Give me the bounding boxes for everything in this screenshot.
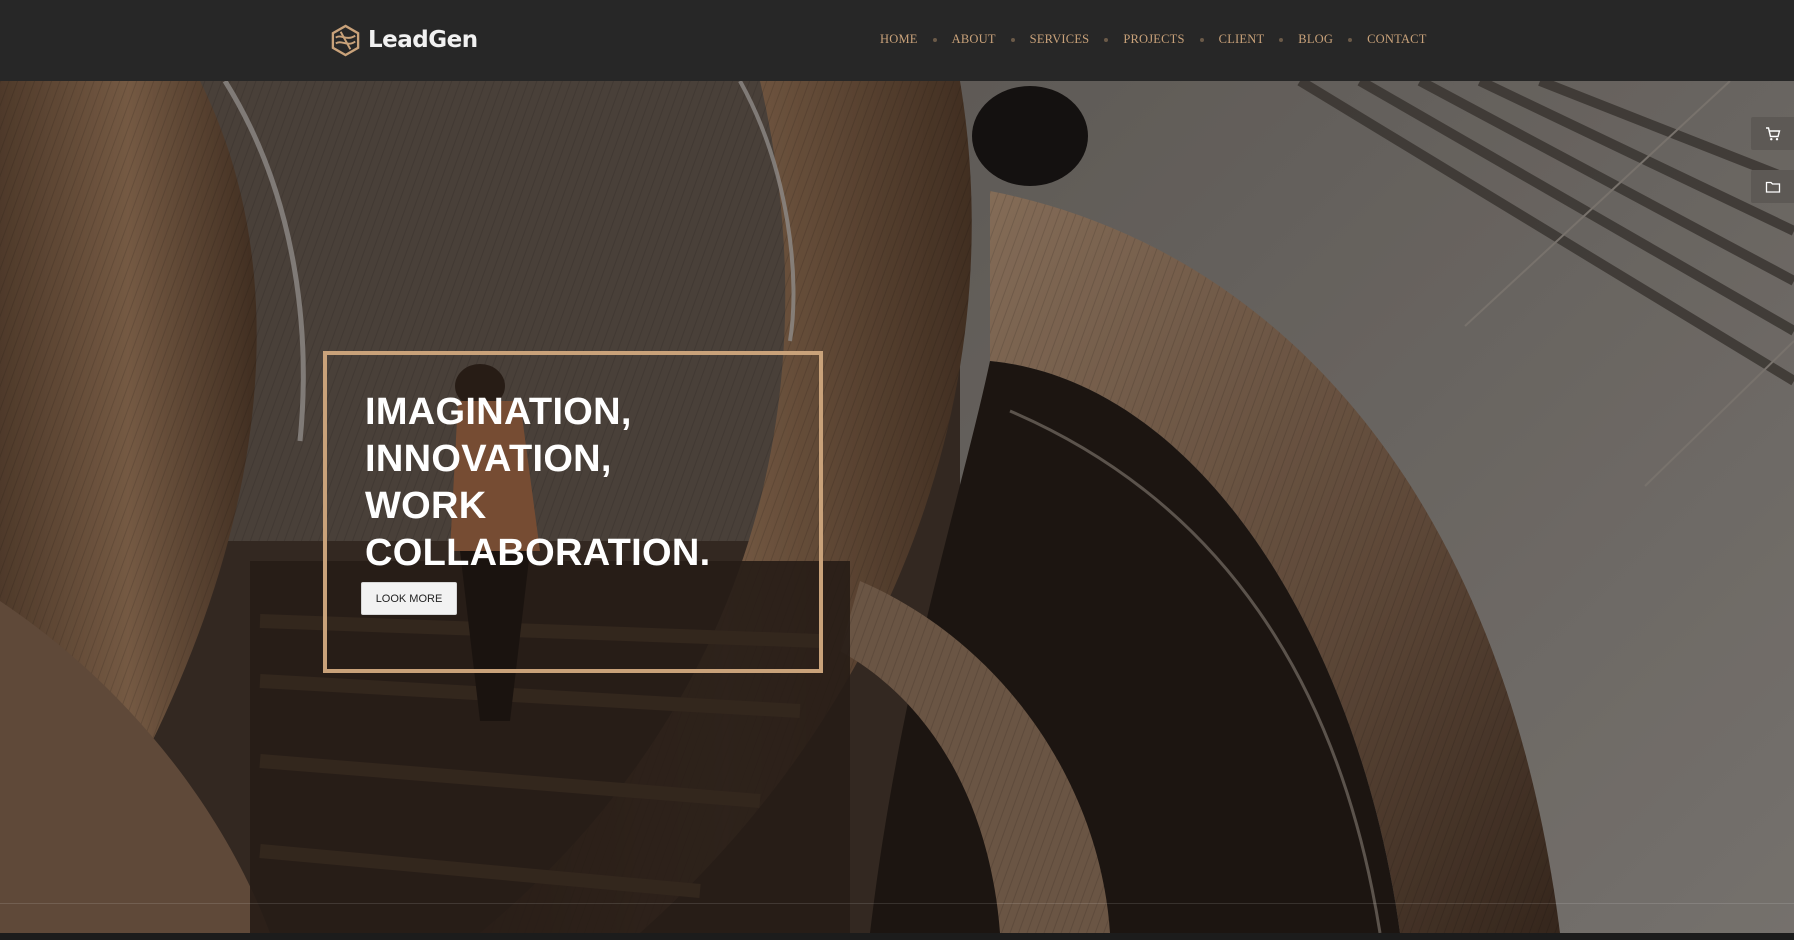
footer-strip bbox=[0, 933, 1794, 940]
logo[interactable]: LeadGen bbox=[329, 22, 478, 58]
nav-blog[interactable]: BLOG bbox=[1298, 32, 1333, 47]
nav-separator bbox=[1104, 37, 1109, 42]
nav-services[interactable]: SERVICES bbox=[1030, 32, 1090, 47]
hero-title: IMAGINATION, INNOVATION, WORK COLLABORAT… bbox=[365, 389, 785, 577]
nav-client[interactable]: CLIENT bbox=[1219, 32, 1265, 47]
site-header: LeadGen HOME ABOUT SERVICES PROJECTS CLI… bbox=[0, 0, 1794, 81]
logo-text: LeadGen bbox=[368, 27, 478, 53]
nav-contact[interactable]: CONTACT bbox=[1367, 32, 1426, 47]
nav-separator bbox=[1348, 37, 1353, 42]
nav-separator bbox=[932, 37, 937, 42]
hero-title-line: INNOVATION, bbox=[365, 438, 612, 480]
hero-title-line: COLLABORATION. bbox=[365, 532, 711, 574]
folder-icon bbox=[1765, 181, 1780, 193]
nav-about[interactable]: ABOUT bbox=[952, 32, 996, 47]
nav-separator bbox=[1199, 37, 1204, 42]
nav-projects[interactable]: PROJECTS bbox=[1123, 32, 1184, 47]
look-more-button[interactable]: LOOK MORE bbox=[361, 582, 457, 615]
logo-icon bbox=[331, 24, 360, 56]
hero-title-line: IMAGINATION, bbox=[365, 391, 632, 433]
hero-title-line: WORK bbox=[365, 485, 487, 527]
nav-separator bbox=[1010, 37, 1015, 42]
main-nav: HOME ABOUT SERVICES PROJECTS CLIENT BLOG… bbox=[880, 32, 1427, 47]
divider bbox=[0, 903, 1794, 904]
folder-button[interactable] bbox=[1751, 170, 1794, 203]
cart-icon bbox=[1765, 126, 1780, 140]
cart-button[interactable] bbox=[1751, 117, 1794, 150]
hero-section: IMAGINATION, INNOVATION, WORK COLLABORAT… bbox=[0, 81, 1794, 933]
hero-overlay bbox=[0, 81, 1794, 933]
nav-home[interactable]: HOME bbox=[880, 32, 918, 47]
nav-separator bbox=[1279, 37, 1284, 42]
